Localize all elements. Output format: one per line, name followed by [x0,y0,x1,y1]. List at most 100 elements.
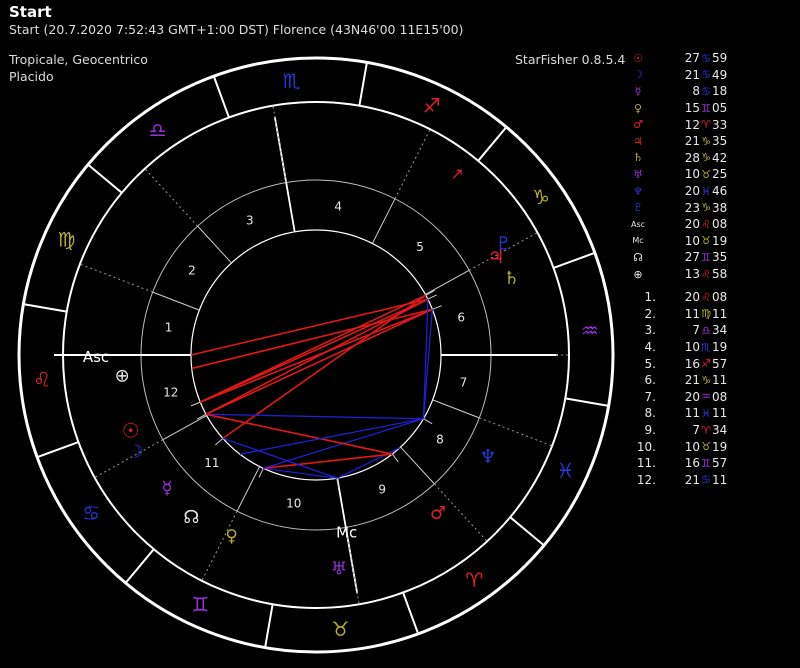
uranus-icon: ♅ [633,167,643,181]
planet-row-midheaven: Mc 10 ♉ 19 [628,233,798,250]
planet-degree: 10 [684,233,700,248]
virgo-sign-icon: ♍ [58,227,76,251]
house-cusp-line [425,269,470,295]
planet-minutes: 58 [712,267,728,282]
cusp-minutes: 11 [712,373,728,388]
ascendant-icon: Asc [630,219,646,229]
house-cusp-row: 7. 20 ♒ 08 [628,389,798,406]
cusp-minutes: 11 [712,306,728,321]
house-number-10: 10 [286,496,301,510]
mars-icon: ♂ [430,503,446,524]
north-node-icon: ☊ [633,250,643,264]
house-number: 1. [644,290,656,305]
planet-degree: 21 [684,134,700,149]
house-cusp-line [400,446,435,485]
neptune-icon: ♆ [633,184,643,198]
planet-degree: 20 [684,184,700,199]
house-cusp-row: 2. 11 ♍ 11 [628,306,798,323]
house-number: 9. [644,423,656,438]
planet-minutes: 33 [712,117,728,132]
taurus-sign-icon: ♉ [332,617,350,641]
pluto-icon: ♇ [496,233,512,254]
house-number-3: 3 [246,213,254,227]
sign-divider [509,516,545,547]
planet-minutes: 18 [712,84,728,99]
planet-row-neptune: ♆ 20 ♓ 46 [628,183,798,200]
house-number: 8. [644,406,656,421]
venus-icon: ♀ [225,526,237,546]
cusp-degree: 21 [684,472,700,487]
house-number: 10. [636,439,656,454]
zodiac-sign-icon: ♊ [701,456,711,470]
cusp-degree: 7 [692,323,700,338]
house-cusp-extension [394,128,431,200]
house-cusp-extension [144,168,199,227]
planet-degree: 10 [684,167,700,182]
planet-row-ascendant: Asc 20 ♌ 08 [628,216,798,233]
saturn-icon: ♄ [503,268,519,289]
house-number-1: 1 [165,321,173,335]
planet-minutes: 46 [712,184,728,199]
planet-degree: 15 [684,101,700,116]
zodiac-sign-icon: ♌ [701,267,711,281]
house-cusp-row: 12. 21 ♋ 11 [628,472,798,489]
mercury-icon: ☿ [634,84,642,98]
venus-icon: ♀ [633,101,643,115]
house-cusp-row: 10. 10 ♉ 19 [628,438,798,455]
planet-degree: 27 [684,250,700,265]
cusp-degree: 10 [684,340,700,355]
zodiac-sign-icon: ♊ [701,250,711,264]
house-cusp-row: 11. 16 ♊ 57 [628,455,798,472]
house-number: 4. [644,340,656,355]
zodiac-sign-icon: ♈ [701,423,711,437]
moon-icon: ☽ [127,442,143,463]
planet-minutes: 19 [712,233,728,248]
house-cusps-list: 1. 20 ♌ 08 2. 11 ♍ 11 3. 7 ♎ 34 4. 10 ♏ 19 5. 16 ♐ 57 6. 21 ♑ 1… [628,289,798,488]
planet-row-north-node: ☊ 27 ♊ 35 [628,249,798,266]
pisces-sign-icon: ♓ [557,459,575,483]
house-cusp-line [273,116,296,232]
house-number: 3. [644,323,656,338]
cusp-minutes: 11 [712,406,728,421]
zodiac-sign-icon: ♐ [701,357,711,371]
planet-minutes: 25 [712,167,728,182]
planet-minutes: 42 [712,150,728,165]
planet-degree: 28 [684,150,700,165]
zodiac-sign-icon: ♑ [701,201,711,215]
cusp-degree: 21 [684,373,700,388]
midheaven-icon: Mc [632,236,644,246]
house-number-7: 7 [460,375,468,389]
planet-tick [190,401,201,407]
zodiac-sign-icon: ♋ [701,68,711,82]
planet-tick [425,290,435,296]
planet-tick [423,418,433,425]
zodiac-sign-icon: ♊ [701,101,711,115]
zodiac-sign-icon: ♑ [701,134,711,148]
house-cusp-line [152,291,200,311]
house-number-12: 12 [163,385,178,399]
planet-row-part-of-fortune: ⊕ 13 ♌ 58 [628,266,798,283]
cusp-minutes: 08 [712,290,728,305]
zodiac-sign-icon: ♓ [701,184,711,198]
zodiac-sign-icon: ♋ [701,473,711,487]
planet-row-jupiter: ♃ 21 ♑ 35 [628,133,798,150]
house-number: 6. [644,373,656,388]
house-number: 5. [644,356,656,371]
house-number-11: 11 [204,456,219,470]
planet-degree: 23 [684,200,700,215]
aries-sign-icon: ♈ [465,568,483,592]
zodiac-sign-icon: ♉ [701,167,711,181]
zodiac-sign-icon: ♉ [701,440,711,454]
house-cusp-row: 1. 20 ♌ 08 [628,289,798,306]
house-number: 12. [636,472,656,487]
jupiter-icon: ♃ [633,134,643,148]
zodiac-sign-icon: ♌ [701,217,711,231]
capricorn-sign-icon: ♑ [532,185,550,209]
house-number-2: 2 [188,264,196,278]
sign-divider [264,604,274,648]
cusp-minutes: 08 [712,389,728,404]
sun-icon: ☉ [122,418,140,442]
aspect-line [422,309,433,419]
planet-degree: 20 [684,217,700,232]
planet-tick [258,468,264,478]
